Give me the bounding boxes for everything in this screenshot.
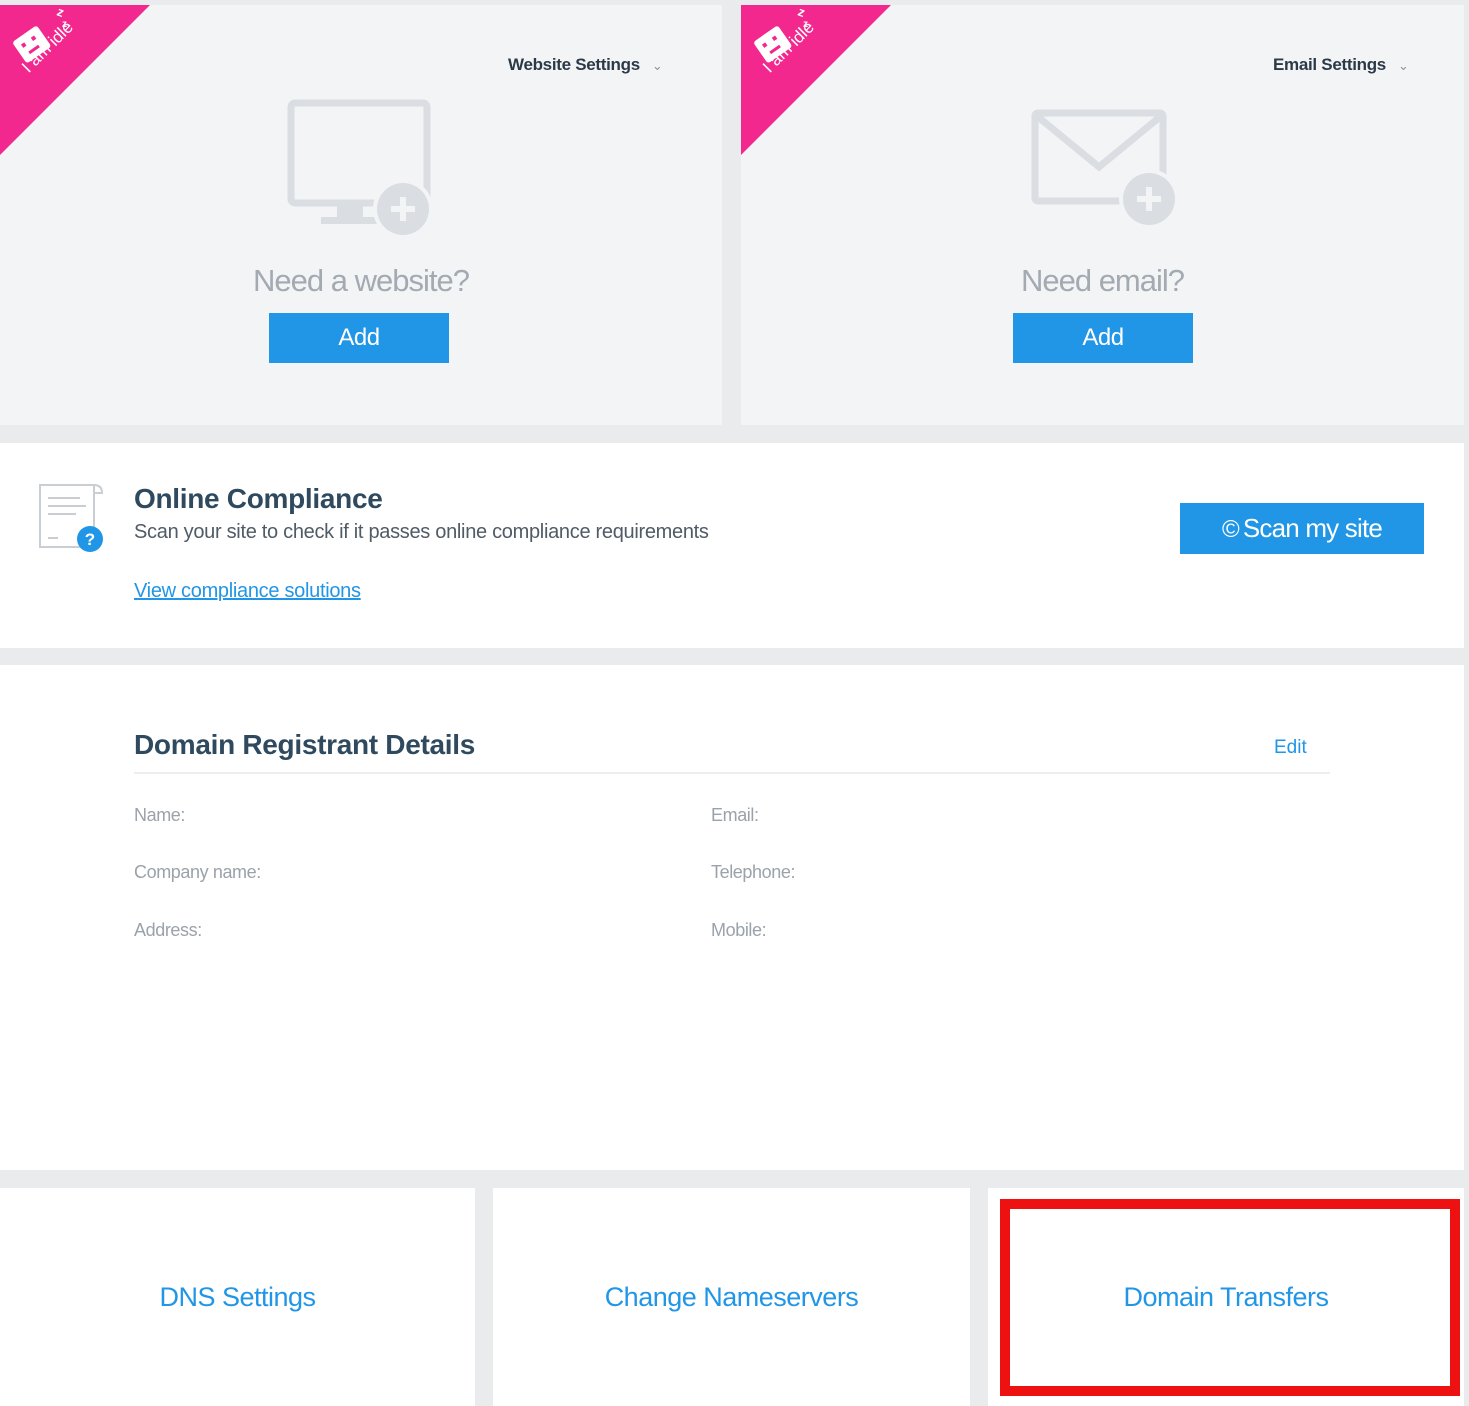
website-settings-label: Website Settings	[508, 55, 640, 74]
dns-settings-tile[interactable]: DNS Settings	[0, 1188, 475, 1406]
website-prompt: Need a website?	[253, 263, 470, 298]
domain-transfers-tile[interactable]: Domain Transfers	[988, 1188, 1464, 1406]
add-website-button[interactable]: Add	[269, 313, 449, 363]
telephone-label: Telephone:	[711, 862, 796, 882]
edit-registrant-link[interactable]: Edit	[1274, 737, 1307, 759]
name-label: Name:	[134, 805, 186, 825]
idle-ribbon: z z I am idle	[741, 5, 891, 155]
domain-transfers-label: Domain Transfers	[1123, 1281, 1329, 1312]
compliance-subtitle: Scan your site to check if it passes onl…	[134, 521, 709, 543]
svg-text:?: ?	[85, 530, 95, 549]
company-label: Company name:	[134, 862, 261, 882]
divider	[134, 772, 1330, 774]
registrant-card: Domain Registrant Details Edit Name: Com…	[0, 665, 1464, 1170]
monitor-add-icon	[287, 99, 433, 239]
dns-settings-label: DNS Settings	[159, 1281, 316, 1312]
website-card: z z I am idle Website Settings ⌄ Need a w…	[0, 5, 722, 425]
address-label: Address:	[134, 920, 202, 940]
view-compliance-link[interactable]: View compliance solutions	[134, 580, 361, 603]
email-prompt: Need email?	[1020, 263, 1185, 298]
scan-label: Scan my site	[1242, 513, 1383, 543]
idle-ribbon: z z I am idle	[0, 5, 150, 155]
compliance-title: Online Compliance	[134, 483, 383, 514]
email-label: Email:	[711, 805, 759, 825]
registrant-title: Domain Registrant Details	[134, 729, 476, 760]
website-settings-dropdown[interactable]: Website Settings ⌄	[508, 55, 663, 75]
document-question-icon: ?	[39, 484, 104, 552]
mobile-label: Mobile:	[711, 920, 767, 940]
scan-my-site-button[interactable]: © Scan my site	[1180, 503, 1424, 554]
email-card: z z I am idle Email Settings ⌄ Need email…	[741, 5, 1464, 425]
add-email-button[interactable]: Add	[1013, 313, 1193, 363]
email-settings-label: Email Settings	[1273, 55, 1386, 74]
change-nameservers-label: Change Nameservers	[604, 1281, 859, 1312]
change-nameservers-tile[interactable]: Change Nameservers	[493, 1188, 970, 1406]
chevron-down-icon: ⌄	[1397, 58, 1409, 73]
compliance-card: ? Online Compliance Scan your site to ch…	[0, 443, 1464, 648]
email-settings-dropdown[interactable]: Email Settings ⌄	[1273, 55, 1409, 75]
chevron-down-icon: ⌄	[651, 58, 663, 73]
copyright-circle-icon: ©	[1221, 516, 1240, 543]
envelope-add-icon	[1031, 109, 1179, 229]
